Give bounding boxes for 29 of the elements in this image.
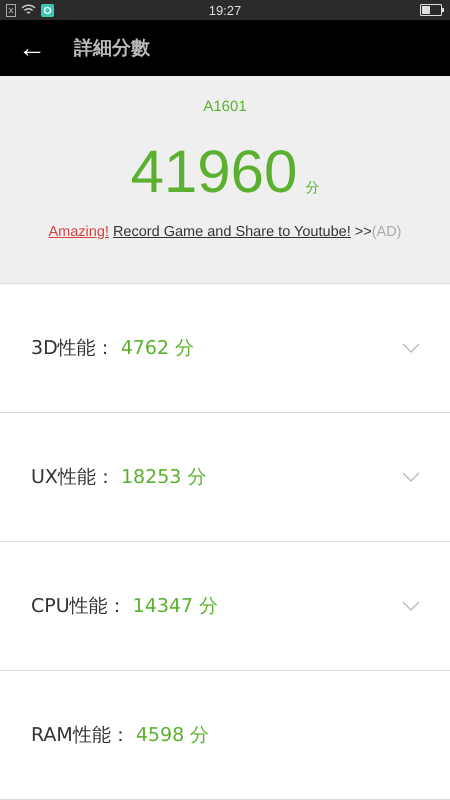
category-label: CPU性能： [31,594,127,619]
chevron-down-icon[interactable] [402,601,420,611]
ad-tag: (AD) [372,224,402,240]
page-title: 詳細分數 [74,36,150,62]
sim-card-icon [6,4,16,17]
category-label: UX性能： [31,465,115,490]
category-row[interactable]: RAM性能： 4598 分 [0,671,450,800]
wifi-icon [21,4,36,16]
ad-link[interactable]: Amazing! [48,224,109,240]
category-row[interactable]: CPU性能： 14347 分 [0,542,450,671]
category-row[interactable]: 3D性能： 4762 分 [0,284,450,413]
category-score: 18253 分 [120,465,208,490]
category-label: RAM性能： [31,723,130,748]
device-name: A1601 [203,98,247,116]
score-unit: 分 [305,179,320,198]
category-score: 4598 分 [136,723,210,748]
chevron-down-icon[interactable] [402,343,420,353]
chevron-down-icon[interactable] [402,472,420,482]
battery-icon [420,4,444,16]
category-score: 4762 分 [120,336,196,361]
category-row[interactable]: UX性能： 18253 分 [0,413,450,542]
total-score: 41960 [130,137,298,206]
ad-arrows: >> [354,224,372,240]
category-score: 14347 分 [132,594,220,619]
back-button[interactable]: ← [18,34,46,62]
status-time: 19:27 [208,3,242,18]
category-label: 3D性能： [31,336,115,361]
ad-link[interactable]: Record Game and Share to Youtube! [112,224,351,240]
app-notification-icon [41,4,54,17]
